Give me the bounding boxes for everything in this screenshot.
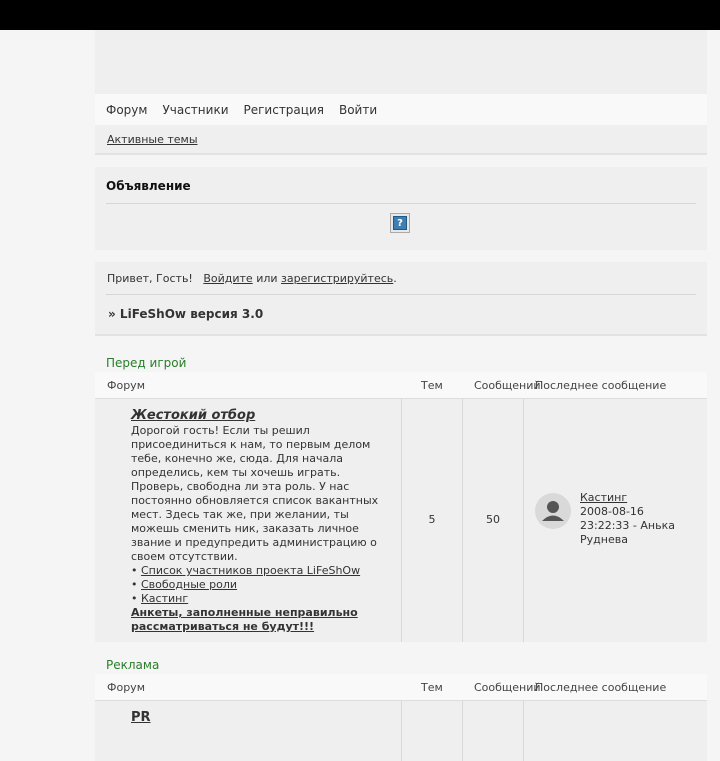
col-posts: Сообщений [474, 379, 541, 392]
divider [106, 294, 696, 295]
forum-description: Дорогой гость! Если ты решил присоединит… [131, 424, 386, 634]
user-avatar-icon[interactable] [535, 493, 571, 529]
col-last: Последнее сообщение [535, 379, 667, 392]
question-mark-icon: ? [393, 216, 407, 230]
bullet: • [131, 564, 138, 577]
forum-description-text: Дорогой гость! Если ты решил присоединит… [131, 424, 379, 563]
nav-forum[interactable]: Форум [106, 103, 147, 117]
login-link[interactable]: Войдите [203, 272, 252, 285]
active-topics-link[interactable]: Активные темы [107, 133, 198, 146]
column-header: Форум Тем Сообщений Последнее сообщение [95, 372, 707, 398]
bullet: • [131, 578, 138, 591]
posts-count: 50 [486, 513, 500, 526]
forum-title-link[interactable]: Жестокий отбор [131, 408, 255, 423]
or-text: или [256, 272, 278, 285]
breadcrumb: » LiFeShOw версия 3.0 [108, 307, 264, 321]
col-forum: Форум [107, 681, 145, 694]
top-black-bar [0, 0, 720, 30]
casting-link[interactable]: Кастинг [141, 592, 188, 605]
sub-nav: Активные темы [95, 125, 707, 155]
col-topics: Тем [421, 681, 443, 694]
category-title[interactable]: Реклама [95, 642, 707, 674]
free-roles-link[interactable]: Свободные роли [141, 578, 237, 591]
guest-greeting: Привет, Гость! Войдите или зарегистрируй… [107, 272, 397, 285]
members-list-link[interactable]: Список участников проекта LiFeShOw [141, 564, 360, 577]
nav-register[interactable]: Регистрация [244, 103, 324, 117]
forum-header-banner [95, 30, 707, 94]
nav-login[interactable]: Войти [339, 103, 377, 117]
column-header: Форум Тем Сообщений Последнее сообщение [95, 674, 707, 700]
forum-warning: Анкеты, заполненные неправильно рассматр… [131, 606, 358, 633]
forum-row: Жестокий отбор Дорогой гость! Если ты ре… [95, 398, 707, 642]
topics-count: 5 [428, 513, 436, 526]
col-forum: Форум [107, 379, 145, 392]
period-text: . [393, 272, 397, 285]
bullet: • [131, 592, 138, 605]
forum-container: Форум Участники Регистрация Войти Активн… [95, 30, 707, 761]
last-post-topic-link[interactable]: Кастинг [580, 491, 627, 504]
col-posts: Сообщений [474, 681, 541, 694]
greeting-text: Привет, Гость! [107, 272, 193, 285]
col-topics: Тем [421, 379, 443, 392]
divider [106, 203, 696, 204]
welcome-block: Привет, Гость! Войдите или зарегистрируй… [95, 262, 707, 336]
col-last: Последнее сообщение [535, 681, 667, 694]
announcement-block: Объявление ? [95, 167, 707, 250]
forum-title-link[interactable]: PR [131, 710, 151, 725]
register-link[interactable]: зарегистрируйтесь [281, 272, 393, 285]
last-post: Кастинг 2008-08-16 23:22:33 - Анька Рудн… [580, 491, 695, 547]
broken-image-icon: ? [390, 213, 410, 233]
announcement-title: Объявление [106, 179, 191, 193]
main-nav: Форум Участники Регистрация Войти [95, 94, 707, 125]
nav-members[interactable]: Участники [162, 103, 228, 117]
category-title[interactable]: Перед игрой [95, 336, 707, 372]
forum-row: PR [95, 700, 707, 761]
